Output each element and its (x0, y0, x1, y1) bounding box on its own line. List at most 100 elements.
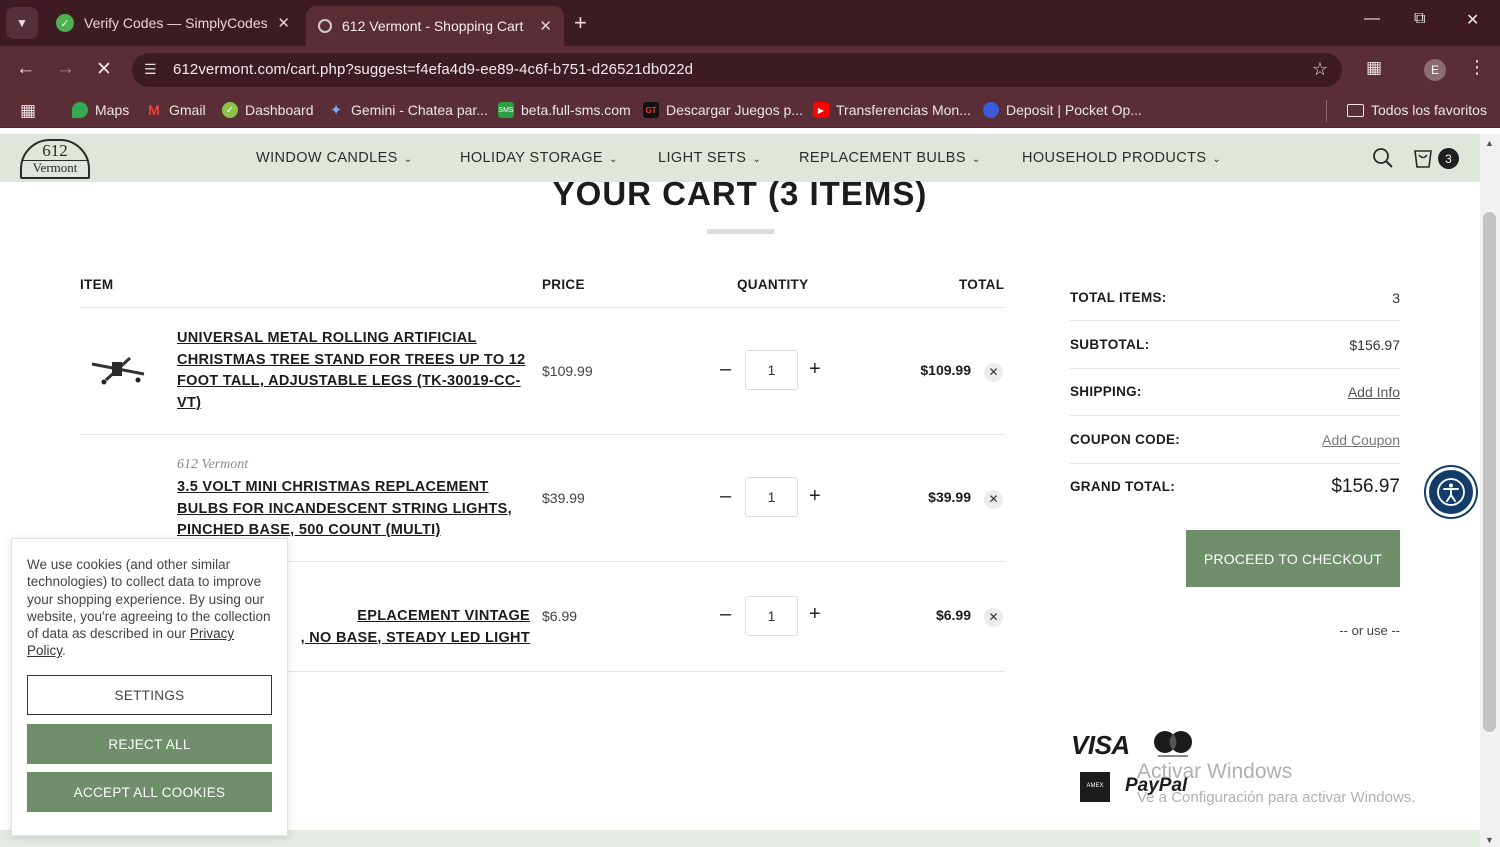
restore-icon[interactable]: ⧉ (1414, 10, 1425, 28)
tab-search-button[interactable]: ▼ (6, 7, 38, 39)
extensions-icon[interactable]: ▦ (1366, 58, 1382, 78)
grand-total-label: GRAND TOTAL: (1070, 479, 1176, 494)
bookmark-gmail[interactable]: M Gmail (146, 102, 205, 118)
gmail-icon: M (148, 102, 160, 118)
tab-612vermont[interactable]: 612 Vermont - Shopping Cart ✕ (306, 6, 564, 46)
site-logo[interactable]: 612 Vermont (20, 139, 90, 179)
loading-favicon-icon (318, 19, 332, 33)
nav-holiday-storage[interactable]: HOLIDAY STORAGE ⌄ (460, 150, 618, 166)
tab-title: Verify Codes — SimplyCodes (84, 15, 268, 31)
close-tab-icon[interactable]: ✕ (539, 17, 552, 35)
url-text[interactable]: 612vermont.com/cart.php?suggest=f4efa4d9… (173, 61, 693, 78)
divider (1070, 320, 1400, 321)
nav-light-sets[interactable]: LIGHT SETS ⌄ (658, 150, 761, 166)
increase-qty-button[interactable]: + (809, 485, 821, 508)
bookmark-pocket-option[interactable]: Deposit | Pocket Op... (983, 102, 1142, 118)
profile-avatar[interactable]: E (1424, 59, 1446, 81)
decrease-qty-button[interactable]: – (720, 485, 731, 508)
remove-item-icon[interactable]: ✕ (984, 608, 1003, 627)
remove-item-icon[interactable]: ✕ (984, 490, 1003, 509)
cookie-consent-dialog: We use cookies (and other similar techno… (11, 538, 288, 836)
accessibility-icon (1437, 478, 1465, 506)
maps-pin-icon (72, 102, 88, 118)
tab-simplycodes[interactable]: ✓ Verify Codes — SimplyCodes ✕ (44, 6, 302, 40)
chevron-down-icon: ⌄ (403, 154, 413, 165)
cookie-message: We use cookies (and other similar techno… (27, 557, 271, 659)
bookmark-dashboard[interactable]: ✓ Dashboard (222, 102, 314, 118)
quantity-input[interactable]: 1 (745, 477, 798, 517)
bookmark-maps[interactable]: Maps (72, 102, 129, 118)
bookmark-descargar-juegos[interactable]: GT Descargar Juegos p... (643, 102, 803, 118)
windows-activation-hint: Ve a Configuración para activar Windows. (1137, 789, 1416, 806)
address-bar[interactable]: ☰ 612vermont.com/cart.php?suggest=f4efa4… (132, 53, 1342, 87)
toolbar: ← → ✕ ☰ 612vermont.com/cart.php?suggest=… (0, 46, 1500, 94)
product-link[interactable]: 3.5 VOLT MINI CHRISTMAS REPLACEMENT BULB… (177, 477, 527, 542)
product-link[interactable]: UNIVERSAL METAL ROLLING ARTIFICIAL CHRIS… (177, 328, 527, 414)
proceed-to-checkout-button[interactable]: PROCEED TO CHECKOUT (1186, 530, 1400, 587)
grand-total-value: $156.97 (1331, 476, 1400, 497)
total-items-label: TOTAL ITEMS: (1070, 290, 1167, 305)
scroll-up-icon[interactable]: ▲ (1485, 138, 1494, 148)
quantity-input[interactable]: 1 (745, 596, 798, 636)
bookmarks-bar: ▦ Maps M Gmail ✓ Dashboard ✦ Gemini - Chate… (0, 94, 1500, 128)
stop-loading-icon[interactable]: ✕ (96, 58, 112, 81)
quantity-input[interactable]: 1 (745, 350, 798, 390)
add-shipping-info-link[interactable]: Add Info (1348, 384, 1400, 400)
bookmark-gemini[interactable]: ✦ Gemini - Chatea par... (328, 102, 488, 119)
nav-window-candles[interactable]: WINDOW CANDLES ⌄ (256, 150, 413, 166)
all-bookmarks-folder[interactable]: Todos los favoritos (1347, 102, 1487, 118)
increase-qty-button[interactable]: + (809, 603, 821, 626)
total-items-value: 3 (1392, 290, 1400, 306)
youtube-icon: ▶ (813, 102, 829, 118)
tab-strip: ▼ ✓ Verify Codes — SimplyCodes ✕ 612 Ver… (0, 0, 1500, 46)
window-close-icon[interactable]: ✕ (1466, 10, 1479, 30)
product-image-tree-stand[interactable] (86, 350, 150, 390)
divider (80, 307, 1005, 308)
mastercard-logo-icon (1154, 731, 1192, 757)
product-brand: 612 Vermont (177, 457, 249, 472)
minimize-icon[interactable]: — (1364, 10, 1380, 28)
sms-icon: SMS (498, 102, 514, 118)
decrease-qty-button[interactable]: – (720, 603, 731, 626)
add-coupon-link[interactable]: Add Coupon (1322, 432, 1400, 448)
tab-title: 612 Vermont - Shopping Cart (342, 18, 524, 34)
remove-item-icon[interactable]: ✕ (984, 363, 1003, 382)
nav-replacement-bulbs[interactable]: REPLACEMENT BULBS ⌄ (799, 150, 981, 166)
visa-logo: VISA (1071, 730, 1130, 760)
simplycodes-favicon-icon: ✓ (56, 14, 74, 32)
shipping-label: SHIPPING: (1070, 384, 1142, 399)
reject-all-button[interactable]: REJECT ALL (27, 724, 272, 764)
col-header-item: ITEM (80, 277, 114, 292)
subtotal-label: SUBTOTAL: (1070, 337, 1150, 352)
chevron-down-icon: ▼ (16, 16, 28, 30)
decrease-qty-button[interactable]: – (720, 358, 731, 381)
divider (1070, 368, 1400, 369)
back-arrow-icon[interactable]: ← (16, 58, 35, 80)
close-tab-icon[interactable]: ✕ (277, 14, 290, 32)
amex-logo-icon: AMEX (1080, 772, 1110, 802)
cart-icon[interactable] (1412, 147, 1434, 169)
chevron-down-icon: ⌄ (1212, 154, 1222, 165)
bookmark-transferencias[interactable]: ▶ Transferencias Mon... (813, 102, 971, 118)
cart-count-badge[interactable]: 3 (1438, 148, 1459, 169)
accessibility-button[interactable] (1426, 467, 1476, 517)
site-info-icon[interactable]: ☰ (144, 61, 157, 78)
nav-household-products[interactable]: HOUSEHOLD PRODUCTS ⌄ (1022, 150, 1221, 166)
chevron-down-icon: ⌄ (609, 154, 618, 165)
chevron-down-icon: ⌄ (971, 154, 981, 165)
games-site-icon: GT (643, 102, 659, 118)
cookie-settings-button[interactable]: SETTINGS (27, 675, 272, 715)
accept-all-cookies-button[interactable]: ACCEPT ALL COOKIES (27, 772, 272, 812)
apps-grid-icon[interactable]: ▦ (20, 101, 36, 121)
scroll-down-icon[interactable]: ▼ (1485, 835, 1494, 845)
new-tab-icon[interactable]: + (574, 10, 587, 36)
bookmark-star-icon[interactable]: ☆ (1312, 59, 1328, 80)
forward-arrow-icon[interactable]: → (56, 58, 75, 80)
bookmark-full-sms[interactable]: SMS beta.full-sms.com (498, 102, 631, 118)
col-header-quantity: QUANTITY (737, 277, 809, 292)
increase-qty-button[interactable]: + (809, 358, 821, 381)
page-scrollbar[interactable]: ▲ ▼ (1480, 134, 1500, 847)
scrollbar-thumb[interactable] (1483, 212, 1496, 732)
browser-menu-icon[interactable]: ⋮ (1468, 57, 1486, 78)
search-icon[interactable] (1372, 147, 1394, 169)
